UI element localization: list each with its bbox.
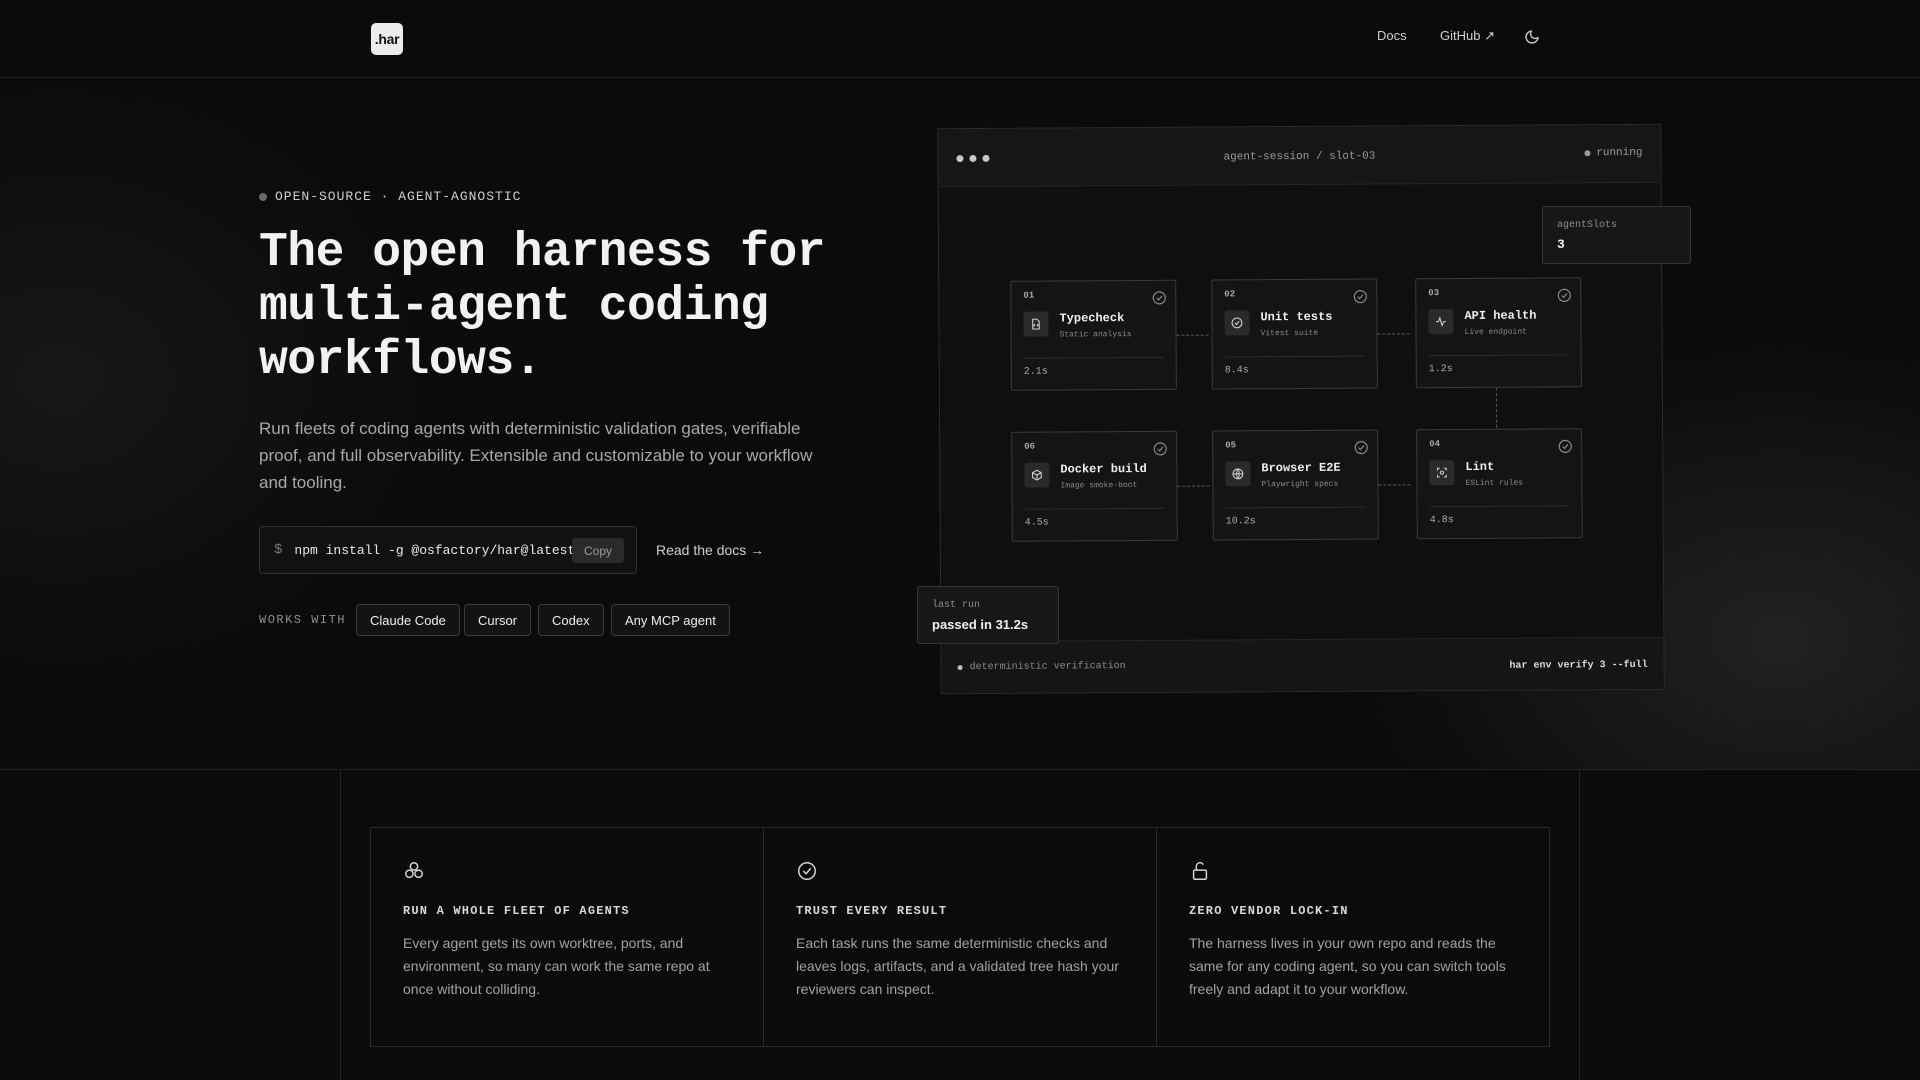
- hero-title: The open harness for multi-agent coding …: [259, 226, 826, 388]
- feature-card-trust: TRUST EVERY RESULT Each task runs the sa…: [764, 828, 1157, 1046]
- connector: [1378, 484, 1411, 486]
- check-circle-icon: [1152, 291, 1166, 305]
- activity-icon: [1428, 309, 1454, 335]
- logo[interactable]: .har: [371, 23, 403, 55]
- task-time: 2.1s: [1023, 366, 1048, 378]
- eyebrow-text: OPEN-SOURCE · AGENT-AGNOSTIC: [275, 189, 522, 204]
- feature-card-no-lock-in: ZERO VENDOR LOCK-IN The harness lives in…: [1157, 828, 1549, 1046]
- section-guide-line: [1579, 770, 1580, 1080]
- section-divider: [0, 769, 1920, 770]
- task-time: 4.8s: [1429, 515, 1454, 527]
- works-with-chip-cursor[interactable]: Cursor: [464, 604, 532, 636]
- task-desc: Static analysis: [1059, 330, 1132, 340]
- task-name: Browser E2E: [1261, 460, 1341, 476]
- task-desc: Playwright specs: [1261, 479, 1339, 490]
- install-command-box: $ npm install -g @osfactory/har@latest C…: [259, 526, 637, 574]
- feature-body: Every agent gets its own worktree, ports…: [403, 935, 710, 997]
- task-number: 05: [1225, 440, 1237, 451]
- task-card-typecheck[interactable]: 01 Typecheck Static analysis 2.1s: [1010, 279, 1177, 391]
- check-circle-icon: [1224, 310, 1250, 336]
- nav-docs-link[interactable]: Docs: [1377, 28, 1407, 43]
- check-circle-icon: [1557, 288, 1571, 302]
- agent-slots-label: agentSlots: [1557, 220, 1618, 231]
- works-with-chip-any-mcp-agent[interactable]: Any MCP agent: [611, 604, 730, 636]
- feature-title: TRUST EVERY RESULT: [796, 904, 948, 918]
- features-grid: RUN A WHOLE FLEET OF AGENTS Every agent …: [370, 827, 1550, 1047]
- task-card-browser-e2e[interactable]: 05 Browser E2E Playwright specs 10.2s: [1212, 429, 1379, 541]
- task-card-lint[interactable]: 04 Lint ESLint rules 4.8s: [1416, 428, 1583, 540]
- eyebrow-dot: [259, 192, 267, 201]
- file-code-icon: [1023, 311, 1049, 337]
- connector: [1377, 333, 1410, 335]
- box-icon: [1024, 462, 1050, 488]
- task-desc: Image smoke-boot: [1060, 481, 1138, 491]
- task-number: 06: [1024, 441, 1036, 452]
- task-time: 10.2s: [1225, 516, 1256, 528]
- session-status: running: [1584, 147, 1642, 159]
- connector: [1177, 485, 1210, 487]
- feature-card-fleet: RUN A WHOLE FLEET OF AGENTS Every agent …: [371, 828, 764, 1046]
- fleet-icon: [405, 862, 423, 879]
- check-circle-icon: [798, 862, 816, 880]
- feature-body: The harness lives in your own repo and r…: [1189, 935, 1506, 997]
- feature-title: ZERO VENDOR LOCK-IN: [1189, 904, 1349, 918]
- task-name: Docker build: [1060, 461, 1147, 477]
- copy-button[interactable]: Copy: [571, 538, 624, 563]
- task-name: Unit tests: [1260, 309, 1333, 325]
- task-number: 01: [1023, 290, 1035, 301]
- globe-icon: [1225, 461, 1251, 487]
- hero-eyebrow: OPEN-SOURCE · AGENT-AGNOSTIC: [259, 189, 521, 204]
- check-circle-icon: [1153, 442, 1167, 456]
- task-card-api-health[interactable]: 03 API health Live endpoint 1.2s: [1415, 277, 1582, 389]
- status-dot: [957, 665, 963, 671]
- works-with-label: WORKS WITH: [259, 613, 347, 627]
- hero-subtitle: Run fleets of coding agents with determi…: [259, 419, 813, 492]
- verification-status: deterministic verification: [957, 661, 1126, 674]
- verify-command[interactable]: har env verify 3 --full: [1510, 660, 1648, 672]
- works-with-chip-claude-code[interactable]: Claude Code: [356, 604, 460, 636]
- task-name: API health: [1464, 308, 1537, 323]
- connector: [1495, 387, 1498, 428]
- unlock-icon: [1192, 861, 1208, 880]
- read-docs-link[interactable]: Read the docs →: [656, 542, 764, 558]
- top-navbar: .har Docs GitHub ↗: [0, 0, 1920, 78]
- task-card-docker-build[interactable]: 06 Docker build Image smoke-boot 4.5s: [1011, 430, 1178, 542]
- task-desc: Vitest suite: [1260, 328, 1319, 339]
- window-titlebar: agent-session / slot-03 running: [938, 124, 1661, 188]
- task-time: 8.4s: [1224, 365, 1249, 377]
- shell-prompt: $: [274, 542, 283, 558]
- task-name: Lint: [1465, 459, 1495, 474]
- agent-slots-value: 3: [1557, 237, 1565, 252]
- last-run-value: passed in 31.2s: [932, 617, 1029, 632]
- agent-slots-card: agentSlots 3: [1542, 206, 1691, 264]
- window-footer: deterministic verification har env verif…: [941, 636, 1664, 694]
- task-number: 02: [1224, 289, 1236, 300]
- status-text: running: [1596, 146, 1643, 160]
- works-with-chip-codex[interactable]: Codex: [538, 604, 604, 636]
- scan-icon: [1429, 460, 1455, 486]
- task-desc: Live endpoint: [1464, 327, 1527, 337]
- task-card-unit-tests[interactable]: 02 Unit tests Vitest suite 8.4s: [1211, 278, 1378, 390]
- last-run-label: last run: [932, 600, 981, 611]
- section-guide-line: [340, 770, 341, 1080]
- task-number: 03: [1428, 288, 1440, 299]
- connector: [1176, 334, 1209, 336]
- task-desc: ESLint rules: [1465, 478, 1524, 488]
- verification-text: deterministic verification: [969, 661, 1126, 674]
- feature-body: Each task runs the same deterministic ch…: [796, 935, 1119, 997]
- task-number: 04: [1429, 439, 1441, 450]
- moon-icon[interactable]: [1524, 29, 1540, 45]
- task-time: 1.2s: [1428, 364, 1453, 376]
- check-circle-icon: [1558, 439, 1572, 453]
- task-name: Typecheck: [1059, 311, 1125, 326]
- status-dot: [1584, 150, 1591, 157]
- last-run-card: last run passed in 31.2s: [917, 586, 1059, 644]
- install-command[interactable]: npm install -g @osfactory/har@latest: [294, 543, 575, 558]
- feature-title: RUN A WHOLE FLEET OF AGENTS: [403, 904, 630, 918]
- check-circle-icon: [1353, 290, 1367, 304]
- nav-github-link[interactable]: GitHub ↗: [1440, 28, 1495, 44]
- window-title: agent-session / slot-03: [1223, 150, 1376, 164]
- task-time: 4.5s: [1024, 517, 1049, 529]
- check-circle-icon: [1354, 441, 1368, 455]
